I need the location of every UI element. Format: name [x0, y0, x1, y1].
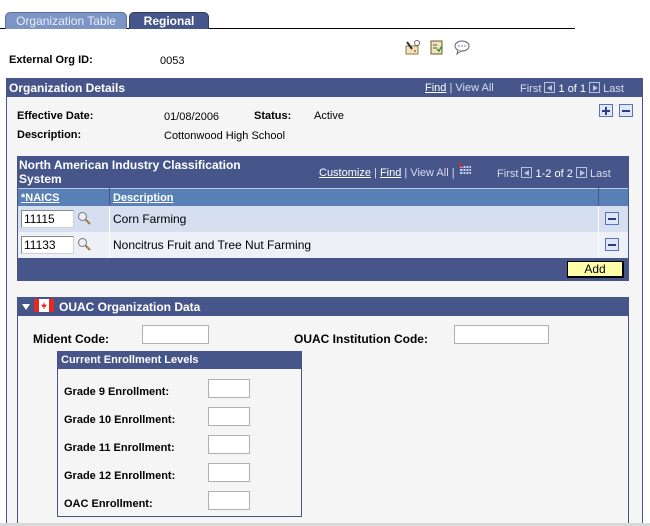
organization-details-header: Organization Details Find | View All Fir… — [6, 78, 643, 97]
tab-organization-table[interactable]: Organization Table — [5, 12, 127, 29]
minus-icon — [608, 218, 616, 220]
last-label: Last — [589, 168, 611, 180]
description-value: Cottonwood High School — [164, 130, 286, 142]
find-link[interactable]: Find — [380, 167, 401, 179]
collapse-arrow-icon[interactable] — [22, 304, 30, 310]
customize-link[interactable]: Customize — [319, 167, 371, 179]
first-label: First — [520, 83, 542, 95]
grade-10-enrollment-label: Grade 10 Enrollment: — [64, 414, 176, 426]
lookup-icon[interactable] — [77, 211, 91, 225]
grade-9-enrollment-label: Grade 9 Enrollment: — [64, 386, 170, 398]
column-header-description-label[interactable]: Description — [113, 192, 174, 204]
grade-11-enrollment-label: Grade 11 Enrollment: — [64, 442, 175, 454]
worklist-icon[interactable] — [429, 40, 445, 55]
delete-row-button[interactable] — [605, 238, 619, 251]
naics-code-input[interactable] — [21, 210, 74, 228]
grade-12-enrollment-input[interactable] — [208, 463, 250, 482]
current-enrollment-levels-panel: Current Enrollment Levels — [57, 351, 302, 517]
oac-enrollment-input[interactable] — [208, 491, 250, 510]
naics-grid: North American Industry Classification S… — [17, 156, 629, 281]
naics-code-input[interactable] — [21, 236, 74, 254]
last-label: Last — [603, 83, 624, 95]
grade-9-enrollment-input[interactable] — [208, 379, 250, 398]
ouac-institution-code-input[interactable] — [454, 325, 549, 344]
column-header-actions — [599, 188, 628, 207]
nav-separator: | — [451, 167, 455, 179]
comment-icon[interactable] — [454, 40, 470, 55]
view-all-link: View All — [455, 82, 494, 94]
cell-divider — [109, 206, 110, 232]
external-org-id-value: 0053 — [160, 55, 185, 67]
find-link[interactable]: Find — [425, 82, 446, 94]
delete-row-button[interactable] — [619, 104, 633, 117]
mident-code-label: Mident Code: — [33, 332, 109, 346]
canada-flag-icon — [34, 299, 54, 312]
table-row: Corn Farming — [18, 206, 628, 232]
column-header-naics-label[interactable]: *NAICS — [21, 192, 60, 204]
tab-regional[interactable]: Regional — [129, 12, 209, 29]
status-value: Active — [314, 110, 344, 122]
view-all-link: View All — [410, 167, 449, 179]
add-row-button[interactable] — [599, 104, 613, 117]
cell-divider — [598, 206, 599, 232]
next-icon[interactable] — [575, 167, 587, 178]
previous-icon[interactable] — [521, 167, 533, 178]
ouac-header[interactable]: OUAC Organization Data — [17, 297, 629, 316]
nav-separator: | — [404, 167, 408, 179]
grade-11-enrollment-input[interactable] — [208, 435, 250, 454]
column-header-description[interactable]: Description — [110, 188, 598, 207]
lookup-icon[interactable] — [77, 237, 91, 251]
minus-icon — [608, 244, 616, 246]
column-header-naics[interactable]: *NAICS — [18, 188, 109, 207]
minus-icon — [622, 110, 630, 112]
table-row: Noncitrus Fruit and Tree Nut Farming — [18, 232, 628, 258]
cell-divider — [109, 232, 110, 258]
naics-description: Noncitrus Fruit and Tree Nut Farming — [113, 238, 312, 252]
send-notification-icon[interactable] — [405, 40, 421, 55]
row-count: 1-2 of 2 — [535, 168, 573, 180]
mident-code-input[interactable] — [142, 325, 209, 344]
grade-12-enrollment-label: Grade 12 Enrollment: — [64, 470, 176, 482]
next-icon[interactable] — [589, 82, 601, 93]
external-org-id-label: External Org ID: — [9, 54, 93, 66]
nav-separator: | — [374, 167, 377, 179]
download-to-excel-icon[interactable] — [458, 163, 472, 175]
nav-separator: | — [449, 82, 453, 94]
ouac-title: OUAC Organization Data — [59, 300, 201, 314]
grade-10-enrollment-input[interactable] — [208, 407, 250, 426]
organization-details-title: Organization Details — [9, 81, 126, 95]
current-enrollment-levels-title: Current Enrollment Levels — [58, 352, 301, 369]
previous-icon[interactable] — [544, 82, 556, 93]
naics-description: Corn Farming — [113, 212, 187, 226]
plus-icon-vertical — [605, 107, 607, 115]
ouac-institution-code-label: OUAC Institution Code: — [294, 332, 428, 346]
status-label: Status: — [254, 110, 292, 122]
row-count: 1 of 1 — [558, 83, 587, 95]
cell-divider — [598, 232, 599, 258]
delete-row-button[interactable] — [605, 212, 619, 225]
add-button[interactable]: Add — [567, 261, 624, 278]
oac-enrollment-label: OAC Enrollment: — [64, 498, 153, 510]
naics-grid-title: North American Industry Classification S… — [19, 158, 241, 186]
description-label: Description: — [17, 129, 82, 141]
effective-date-label: Effective Date: — [17, 110, 94, 122]
first-label: First — [497, 168, 519, 180]
effective-date-value: 01/08/2006 — [164, 111, 220, 123]
